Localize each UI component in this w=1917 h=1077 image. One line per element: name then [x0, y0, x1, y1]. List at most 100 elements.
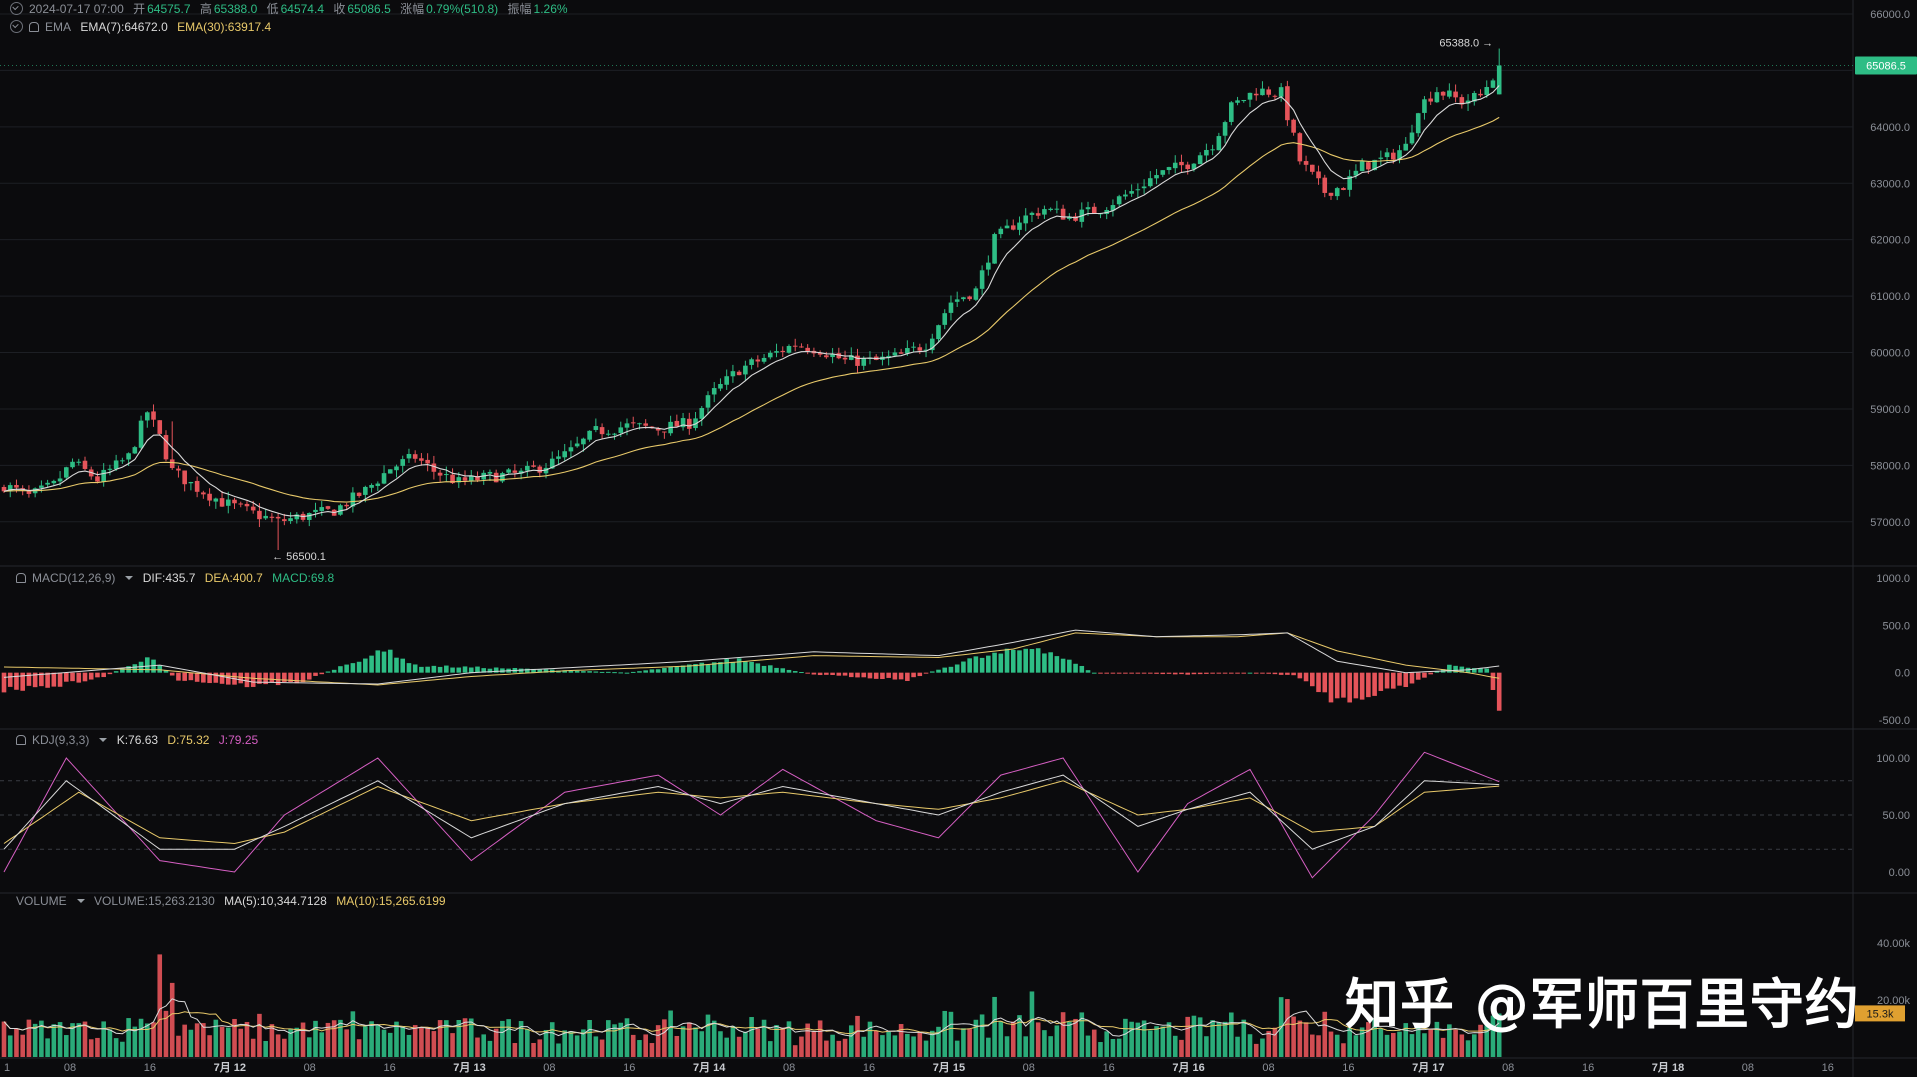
candle-body: [1453, 91, 1458, 98]
volume-bar: [1291, 1016, 1296, 1057]
candle-body: [107, 468, 113, 470]
macd-bar: [1415, 672, 1421, 680]
volume-bar: [1241, 1019, 1247, 1057]
candle-body: [1278, 87, 1284, 97]
macd-bar: [1035, 648, 1041, 673]
kdj-indicator-name[interactable]: KDJ(9,3,3): [32, 733, 89, 747]
chevron-down-icon[interactable]: [125, 576, 134, 580]
macd-bar: [886, 672, 891, 678]
volume-bar: [263, 1040, 268, 1057]
macd-bar: [1272, 672, 1278, 675]
candle-body: [587, 430, 592, 440]
macd-bar: [662, 667, 667, 673]
macd-bar: [905, 672, 910, 681]
macd-indicator-name[interactable]: MACD(12,26,9): [32, 571, 115, 585]
candle-body: [1297, 133, 1303, 162]
candle-body: [1116, 196, 1122, 205]
chevron-down-icon[interactable]: [76, 899, 85, 903]
volume-bar: [475, 1037, 480, 1057]
bell-icon[interactable]: [16, 735, 26, 745]
volume-bar: [1172, 1035, 1178, 1057]
macd-bar: [1042, 653, 1047, 673]
candle-body: [1440, 91, 1446, 96]
candle-body: [1222, 122, 1228, 136]
candle-body: [1390, 152, 1396, 160]
volume-bar: [450, 1033, 455, 1057]
volume-bar: [842, 1038, 848, 1057]
macd-bar: [76, 672, 82, 683]
macd-bar: [830, 672, 835, 675]
candle-body: [1091, 206, 1097, 214]
volume-bar: [711, 1020, 717, 1057]
candle-body: [1247, 92, 1253, 100]
macd-bar: [1422, 672, 1427, 678]
candle-body: [14, 484, 19, 488]
high-price-marker: 65388.0 →: [1439, 38, 1493, 50]
candle-body: [257, 510, 262, 520]
volume-indicator-name[interactable]: VOLUME: [16, 894, 67, 908]
candle-body: [973, 288, 979, 300]
change-label: 涨幅: [400, 2, 425, 16]
volume-value: VOLUME:15,263.2130: [94, 894, 215, 908]
macd-bar: [705, 664, 711, 673]
macd-bar: [986, 655, 991, 673]
candle-body: [954, 299, 960, 302]
candle-body: [356, 492, 362, 496]
kdj-header: KDJ(9,3,3) K:76.63 D:75.32 J:79.25: [16, 733, 264, 747]
time-axis-label: 08: [64, 1062, 76, 1074]
bell-icon[interactable]: [16, 573, 26, 583]
volume-ma5-value: MA(5):10,344.7128: [224, 894, 327, 908]
volume-bar: [1042, 1030, 1047, 1057]
chevron-down-icon[interactable]: [99, 738, 108, 742]
macd-bar: [1104, 672, 1110, 674]
close-label: 收: [333, 2, 346, 16]
candle-body: [95, 476, 100, 482]
volume-bar: [693, 1027, 698, 1057]
macd-bar: [1129, 672, 1134, 674]
macd-bar: [1285, 672, 1290, 675]
macd-bar: [749, 661, 754, 673]
candle-body: [998, 228, 1004, 235]
candle-body: [699, 408, 705, 419]
volume-bar: [587, 1020, 592, 1057]
candle-body: [425, 459, 430, 464]
macd-bar: [475, 666, 480, 673]
volume-bar: [1185, 1016, 1190, 1057]
candle-body: [487, 471, 493, 474]
candle-body: [637, 423, 642, 425]
ema-header: EMA EMA(7):64672.0 EMA(30):63917.4: [10, 20, 277, 34]
macd-bar: [699, 662, 705, 673]
volume-bar: [992, 996, 997, 1057]
macd-bar: [82, 672, 88, 682]
macd-bar: [824, 672, 829, 675]
trading-chart[interactable]: 66000.065000.064000.063000.062000.061000…: [0, 0, 1917, 1077]
candle-body: [381, 473, 387, 484]
macd-bar: [948, 666, 954, 673]
volume-bar: [1048, 1036, 1053, 1057]
macd-bar: [1278, 672, 1284, 675]
eye-icon[interactable]: [10, 20, 23, 33]
volume-bar: [169, 982, 175, 1057]
ema-indicator-name[interactable]: EMA: [45, 20, 71, 34]
volume-bar: [412, 1025, 418, 1057]
macd-bar: [618, 672, 624, 674]
candle-body: [1185, 164, 1190, 170]
candle-body: [64, 467, 69, 478]
macd-bar: [70, 672, 75, 682]
candle-body: [1148, 178, 1153, 187]
volume-bar: [182, 1024, 187, 1057]
volume-bar: [1303, 1022, 1309, 1057]
macd-bar: [568, 670, 574, 673]
macd-bar: [1154, 672, 1159, 674]
eye-icon[interactable]: [10, 2, 23, 15]
ohlc-date: 2024-07-17 07:00: [29, 2, 124, 16]
candle-body: [201, 492, 206, 495]
macd-bar: [606, 671, 611, 673]
time-axis-label: 7月 16: [1172, 1061, 1204, 1074]
time-axis-label: 08: [1742, 1062, 1754, 1074]
macd-hist-value: MACD:69.8: [272, 571, 335, 585]
macd-bar: [848, 672, 854, 678]
bell-icon[interactable]: [29, 22, 39, 32]
macd-bar: [1222, 672, 1228, 674]
macd-bar: [294, 672, 300, 684]
